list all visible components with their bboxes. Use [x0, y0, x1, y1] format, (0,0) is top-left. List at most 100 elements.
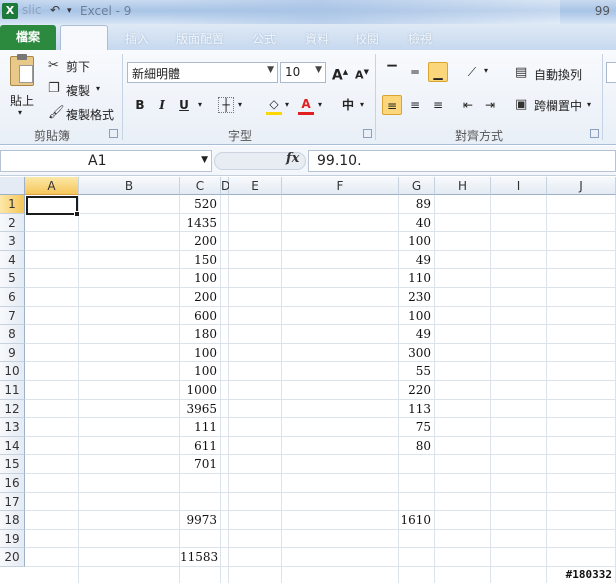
cell-g3[interactable]: 100 — [399, 234, 435, 248]
formula-input[interactable]: 99.10. — [308, 150, 616, 172]
scissors-icon[interactable]: ✂ — [48, 58, 59, 73]
select-all-corner[interactable] — [0, 177, 25, 195]
decrease-indent-icon[interactable]: ⇤ — [458, 95, 478, 115]
row-header-5[interactable]: 5 — [0, 269, 25, 288]
cell-c10[interactable]: 100 — [180, 364, 221, 378]
cell-c8[interactable]: 180 — [180, 327, 221, 341]
format-painter-icon[interactable]: 🖌 — [48, 105, 65, 120]
cell-c5[interactable]: 100 — [180, 271, 221, 285]
merge-dropdown-icon[interactable]: ▾ — [587, 100, 591, 109]
row-header-12[interactable]: 12 — [0, 399, 25, 419]
row-header-19[interactable]: 19 — [0, 529, 25, 549]
italic-button[interactable]: I — [152, 95, 172, 115]
phonetic-dropdown-icon[interactable]: ▾ — [360, 100, 364, 109]
font-size-select[interactable]: 10 ▼ — [280, 62, 326, 83]
undo-icon[interactable]: ↶ — [50, 3, 60, 17]
underline-button[interactable]: U — [174, 95, 194, 115]
cell-c13[interactable]: 111 — [180, 420, 221, 434]
tab-formulas[interactable]: 公式 — [252, 30, 276, 47]
fill-color-dropdown-icon[interactable]: ▾ — [285, 100, 289, 109]
orientation-dropdown-icon[interactable]: ▾ — [484, 66, 488, 75]
increase-indent-icon[interactable]: ⇥ — [480, 95, 500, 115]
cell-g1[interactable]: 89 — [399, 197, 435, 211]
column-header-b[interactable]: B — [79, 177, 180, 195]
column-header-c[interactable]: C — [180, 177, 221, 195]
tab-view[interactable]: 檢視 — [408, 30, 432, 47]
orientation-icon[interactable]: ⟋ — [462, 62, 482, 82]
cell-g14[interactable]: 80 — [399, 439, 435, 453]
cell-g12[interactable]: 113 — [399, 402, 435, 416]
column-header-d[interactable]: D — [221, 177, 230, 195]
row-header-6[interactable]: 6 — [0, 288, 25, 307]
row-header-16[interactable]: 16 — [0, 474, 25, 493]
shrink-font-button[interactable]: A▼ — [352, 62, 372, 82]
cell-c20[interactable]: 11583 — [180, 550, 221, 564]
cell-g7[interactable]: 100 — [399, 309, 435, 323]
worksheet-grid[interactable]: A B C D E F G H I J 1 520 89 2 1435 40 3 200 100 4 150 49 5 100… — [0, 177, 616, 583]
cell-c15[interactable]: 701 — [180, 457, 221, 471]
underline-dropdown-icon[interactable]: ▾ — [198, 100, 202, 109]
column-header-e[interactable]: E — [229, 177, 282, 195]
column-header-h[interactable]: H — [435, 177, 491, 195]
tab-page-layout[interactable]: 版面配置 — [176, 30, 224, 47]
cell-c7[interactable]: 600 — [180, 309, 221, 323]
cell-c6[interactable]: 200 — [180, 290, 221, 304]
cell-g13[interactable]: 75 — [399, 420, 435, 434]
row-header-4[interactable]: 4 — [0, 250, 25, 270]
quick-access-dropdown-icon[interactable]: ▾ — [67, 6, 72, 16]
align-right-icon[interactable]: ≡ — [428, 95, 448, 115]
align-bottom-icon[interactable]: ▁ — [428, 62, 448, 82]
tab-review[interactable]: 校閱 — [355, 30, 379, 47]
align-top-icon[interactable]: ▔ — [382, 62, 402, 82]
font-name-select[interactable]: 新細明體 ▼ — [127, 62, 278, 83]
paste-button[interactable]: 貼上 ▾ — [6, 54, 40, 117]
wrap-text-button[interactable]: 自動換列 — [534, 66, 582, 83]
cell-g10[interactable]: 55 — [399, 364, 435, 378]
fill-handle[interactable] — [74, 211, 80, 217]
borders-icon[interactable]: ┼ — [218, 97, 234, 113]
clipboard-launcher-icon[interactable] — [109, 129, 118, 138]
tab-insert[interactable]: 插入 — [125, 30, 149, 47]
row-header-18[interactable]: 18 — [0, 511, 25, 530]
cell-g4[interactable]: 49 — [399, 253, 435, 267]
bold-button[interactable]: B — [130, 95, 150, 115]
cell-g11[interactable]: 220 — [399, 383, 435, 397]
grow-font-button[interactable]: A▲ — [330, 62, 350, 84]
cell-g6[interactable]: 230 — [399, 290, 435, 304]
tab-data[interactable]: 資料 — [305, 30, 329, 47]
cell-c9[interactable]: 100 — [180, 346, 221, 360]
cell-c12[interactable]: 3965 — [180, 402, 221, 416]
cell-c4[interactable]: 150 — [180, 253, 221, 267]
fill-color-icon[interactable]: ◇ — [264, 94, 284, 114]
copy-button[interactable]: 複製 — [66, 82, 90, 99]
insert-function-icon[interactable]: fx — [286, 151, 299, 166]
row-header-20[interactable]: 20 — [0, 548, 25, 567]
cell-g9[interactable]: 300 — [399, 346, 435, 360]
row-header-11[interactable]: 11 — [0, 381, 25, 400]
wrap-text-icon[interactable]: ▤ — [515, 65, 527, 80]
cell-g8[interactable]: 49 — [399, 327, 435, 341]
cell-c14[interactable]: 611 — [180, 439, 221, 453]
row-header-17[interactable]: 17 — [0, 492, 25, 512]
row-header-14[interactable]: 14 — [0, 436, 25, 456]
merge-center-icon[interactable]: ▣ — [515, 97, 527, 112]
tab-file[interactable]: 檔案 — [0, 25, 56, 50]
cell-c2[interactable]: 1435 — [180, 216, 221, 230]
row-header-9[interactable]: 9 — [0, 343, 25, 363]
row-header-3[interactable]: 3 — [0, 232, 25, 251]
merge-center-button[interactable]: 跨欄置中 — [534, 97, 582, 114]
row-header-10[interactable]: 10 — [0, 362, 25, 381]
cell-g5[interactable]: 110 — [399, 271, 435, 285]
align-middle-icon[interactable]: ═ — [405, 62, 425, 82]
tab-home[interactable] — [60, 25, 108, 50]
cell-c1[interactable]: 520 — [180, 197, 221, 211]
row-header-7[interactable]: 7 — [0, 306, 25, 326]
row-header-8[interactable]: 8 — [0, 325, 25, 344]
column-header-a[interactable]: A — [25, 177, 79, 195]
cell-g18[interactable]: 1610 — [399, 513, 435, 527]
column-header-j[interactable]: J — [547, 177, 616, 195]
font-color-dropdown-icon[interactable]: ▾ — [318, 100, 322, 109]
borders-dropdown-icon[interactable]: ▾ — [238, 100, 242, 109]
active-cell-a1[interactable] — [26, 196, 80, 217]
font-color-button[interactable]: A — [296, 94, 316, 114]
